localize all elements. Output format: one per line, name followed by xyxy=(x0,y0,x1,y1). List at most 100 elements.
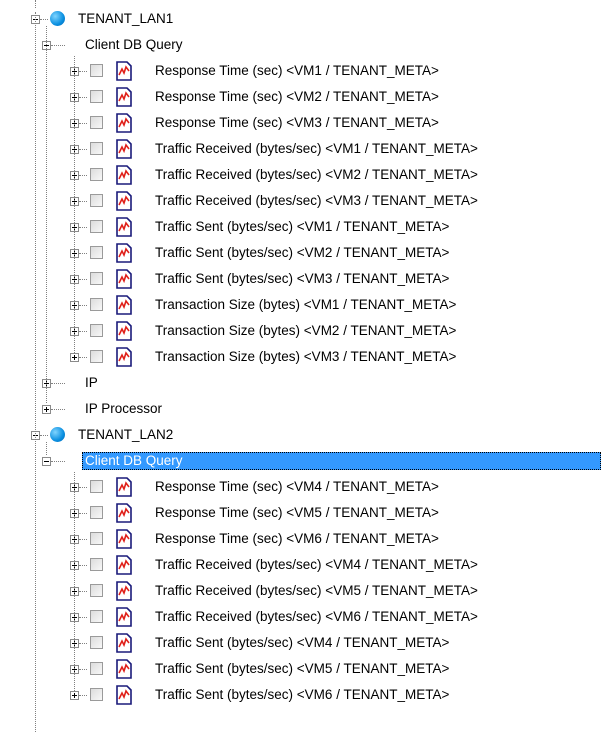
metric-item-label[interactable]: Traffic Sent (bytes/sec) <VM3 / TENANT_M… xyxy=(152,270,452,288)
tree-branch-line xyxy=(79,487,87,488)
metric-item-label[interactable]: Traffic Received (bytes/sec) <VM3 / TENA… xyxy=(152,192,481,210)
metric-item-label[interactable]: Traffic Sent (bytes/sec) <VM4 / TENANT_M… xyxy=(152,634,452,652)
checkbox-icon[interactable] xyxy=(90,142,103,155)
metric-item-label[interactable]: Traffic Sent (bytes/sec) <VM1 / TENANT_M… xyxy=(152,218,452,236)
tree-branch-line xyxy=(79,617,87,618)
category-label[interactable]: IP xyxy=(82,374,101,392)
tree-connector-line xyxy=(46,442,47,455)
checkbox-icon[interactable] xyxy=(90,584,103,597)
group-label[interactable]: TENANT_LAN1 xyxy=(75,10,176,28)
metric-item-label[interactable]: Response Time (sec) <VM2 / TENANT_META> xyxy=(152,88,442,106)
metric-item-label[interactable]: Response Time (sec) <VM5 / TENANT_META> xyxy=(152,504,442,522)
tree-branch-line xyxy=(79,591,87,592)
checkbox-icon[interactable] xyxy=(90,64,103,77)
tree-branch-line xyxy=(79,253,87,254)
checkbox-icon[interactable] xyxy=(90,610,103,623)
metric-item-label[interactable]: Traffic Received (bytes/sec) <VM5 / TENA… xyxy=(152,582,481,600)
metric-item-label[interactable]: Traffic Sent (bytes/sec) <VM2 / TENANT_M… xyxy=(152,244,452,262)
metric-item-label[interactable]: Traffic Received (bytes/sec) <VM1 / TENA… xyxy=(152,140,481,158)
category-label[interactable]: Client DB Query xyxy=(82,36,186,54)
metric-item-label[interactable]: Traffic Received (bytes/sec) <VM6 / TENA… xyxy=(152,608,481,626)
chart-document-icon xyxy=(116,61,132,81)
tree-branch-line xyxy=(79,279,87,280)
metric-item-label[interactable]: Transaction Size (bytes) <VM1 / TENANT_M… xyxy=(152,296,459,314)
tree-branch-line xyxy=(79,565,87,566)
metric-item-label[interactable]: Traffic Received (bytes/sec) <VM2 / TENA… xyxy=(152,166,481,184)
metric-item-label[interactable]: Traffic Received (bytes/sec) <VM4 / TENA… xyxy=(152,556,481,574)
metric-item-label[interactable]: Response Time (sec) <VM3 / TENANT_META> xyxy=(152,114,442,132)
tree-branch-line xyxy=(79,513,87,514)
metric-item-label[interactable]: Traffic Sent (bytes/sec) <VM5 / TENANT_M… xyxy=(152,660,452,678)
chart-document-icon xyxy=(116,477,132,497)
metric-item-label[interactable]: Response Time (sec) <VM1 / TENANT_META> xyxy=(152,62,442,80)
category-label[interactable]: Client DB Query xyxy=(82,452,601,470)
tree-branch-line xyxy=(79,539,87,540)
chart-document-icon xyxy=(116,685,132,705)
metric-item-label[interactable]: Traffic Sent (bytes/sec) <VM6 / TENANT_M… xyxy=(152,686,452,704)
checkbox-icon[interactable] xyxy=(90,90,103,103)
network-globe-icon xyxy=(50,427,65,442)
tree-branch-line xyxy=(79,71,87,72)
chart-document-icon xyxy=(116,243,132,263)
chart-document-icon xyxy=(116,321,132,341)
tree-branch-line xyxy=(79,149,87,150)
metric-item-label[interactable]: Transaction Size (bytes) <VM3 / TENANT_M… xyxy=(152,348,459,366)
tree-connector-line xyxy=(74,472,75,691)
tree-branch-line xyxy=(51,461,65,462)
checkbox-icon[interactable] xyxy=(90,168,103,181)
tree-branch-line xyxy=(79,357,87,358)
chart-document-icon xyxy=(116,295,132,315)
chart-document-icon xyxy=(116,113,132,133)
chart-document-icon xyxy=(116,607,132,627)
metric-tree[interactable]: TENANT_LAN1 Client DB Query Response Time … xyxy=(0,0,607,732)
tree-branch-line xyxy=(40,435,48,436)
tree-branch-line xyxy=(51,45,65,46)
tree-connector-line xyxy=(46,26,47,403)
tree-connector-line xyxy=(35,0,36,8)
chart-document-icon xyxy=(116,503,132,523)
network-globe-icon xyxy=(50,11,65,26)
chart-document-icon xyxy=(116,165,132,185)
tree-branch-line xyxy=(79,331,87,332)
metric-item-label[interactable]: Response Time (sec) <VM4 / TENANT_META> xyxy=(152,478,442,496)
category-expander[interactable] xyxy=(42,457,51,466)
checkbox-icon[interactable] xyxy=(90,324,103,337)
checkbox-icon[interactable] xyxy=(90,220,103,233)
checkbox-icon[interactable] xyxy=(90,532,103,545)
tree-connector-line xyxy=(74,56,75,353)
tree-branch-line xyxy=(79,227,87,228)
checkbox-icon[interactable] xyxy=(90,246,103,259)
group-label[interactable]: TENANT_LAN2 xyxy=(75,426,176,444)
chart-document-icon xyxy=(116,659,132,679)
tree-branch-line xyxy=(51,383,65,384)
checkbox-icon[interactable] xyxy=(90,298,103,311)
category-expander[interactable] xyxy=(42,405,51,414)
category-label[interactable]: IP Processor xyxy=(82,400,165,418)
checkbox-icon[interactable] xyxy=(90,506,103,519)
metric-item-label[interactable]: Transaction Size (bytes) <VM2 / TENANT_M… xyxy=(152,322,459,340)
metric-expander[interactable] xyxy=(70,691,79,700)
tree-branch-line xyxy=(79,123,87,124)
tree-branch-line xyxy=(51,409,65,410)
checkbox-icon[interactable] xyxy=(90,480,103,493)
checkbox-icon[interactable] xyxy=(90,272,103,285)
chart-document-icon xyxy=(116,269,132,289)
chart-document-icon xyxy=(116,347,132,367)
metric-expander[interactable] xyxy=(70,353,79,362)
tree-branch-line xyxy=(40,19,48,20)
checkbox-icon[interactable] xyxy=(90,350,103,363)
chart-document-icon xyxy=(116,633,132,653)
tree-connector-line xyxy=(35,12,36,732)
chart-document-icon xyxy=(116,87,132,107)
tree-branch-line xyxy=(79,643,87,644)
metric-item-label[interactable]: Response Time (sec) <VM6 / TENANT_META> xyxy=(152,530,442,548)
checkbox-icon[interactable] xyxy=(90,688,103,701)
chart-document-icon xyxy=(116,217,132,237)
checkbox-icon[interactable] xyxy=(90,636,103,649)
checkbox-icon[interactable] xyxy=(90,116,103,129)
tree-branch-line xyxy=(79,175,87,176)
checkbox-icon[interactable] xyxy=(90,194,103,207)
checkbox-icon[interactable] xyxy=(90,662,103,675)
checkbox-icon[interactable] xyxy=(90,558,103,571)
tree-branch-line xyxy=(79,669,87,670)
